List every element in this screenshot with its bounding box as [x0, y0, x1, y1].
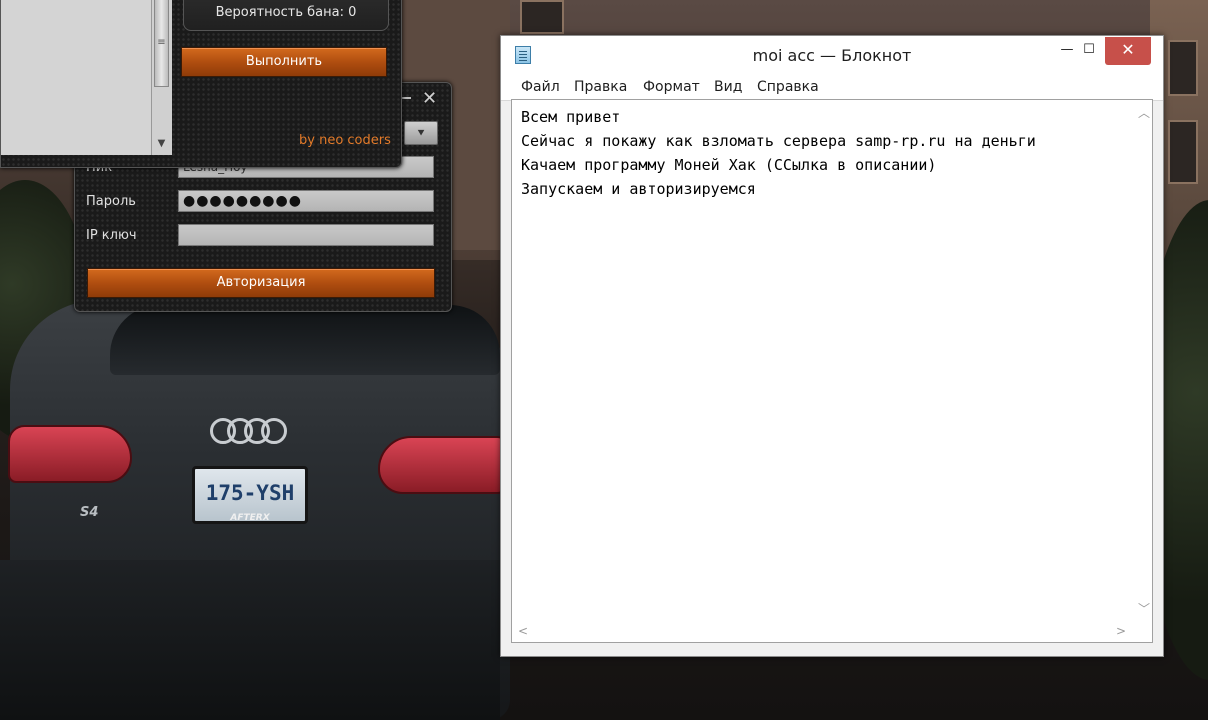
text-line: Качаем программу Моней Хак (ССылка в опи… — [521, 156, 937, 174]
license-plate: 175-YSH AFTERX — [192, 466, 308, 524]
menu-help[interactable]: Справка — [757, 79, 819, 95]
menu-format[interactable]: Формат — [643, 79, 700, 95]
building-window — [520, 0, 564, 34]
hack-tool-window: ≡ ▼ Вероятность бана: 0 Выполнить by neo… — [0, 0, 402, 168]
building-window — [1168, 40, 1198, 96]
menu-view[interactable]: Вид — [714, 79, 742, 95]
close-button[interactable]: ✕ — [1105, 37, 1151, 65]
notepad-window: moi acc — Блокнот — ☐ ✕ Файл Правка Форм… — [500, 35, 1164, 657]
title-bar[interactable]: moi acc — Блокнот — ☐ ✕ — [501, 36, 1163, 74]
chevron-down-icon: ⯆ — [416, 126, 426, 140]
horizontal-scrollbar[interactable]: < > — [512, 622, 1133, 642]
taillight-left — [8, 425, 132, 483]
close-icon[interactable]: ✕ — [422, 88, 437, 109]
vertical-scrollbar[interactable]: ︿ ﹀ — [1133, 100, 1152, 622]
plate-number: 175-YSH — [205, 481, 295, 505]
text-line: Сейчас я покажу как взломать сервера sam… — [521, 132, 1036, 150]
execute-button[interactable]: Выполнить — [181, 47, 387, 77]
maximize-button[interactable]: ☐ — [1075, 37, 1103, 65]
close-icon: ✕ — [1121, 40, 1135, 59]
car-bumper — [0, 560, 500, 720]
scroll-down-icon[interactable]: ▼ — [154, 135, 169, 153]
menu-file[interactable]: Файл — [521, 79, 560, 95]
account-listbox[interactable] — [1, 0, 152, 155]
password-field[interactable]: ●●●●●●●●● — [178, 190, 434, 212]
text-editor[interactable]: Всем привет Сейчас я покажу как взломать… — [511, 99, 1153, 643]
listbox-scrollbar[interactable]: ≡ ▼ — [151, 0, 172, 155]
plate-frame-text: AFTERX — [230, 513, 270, 523]
scrollbar-thumb[interactable]: ≡ — [154, 0, 169, 87]
minimize-icon: — — [1060, 42, 1074, 57]
scroll-right-icon[interactable]: > — [1116, 624, 1126, 638]
ban-probability: Вероятность бана: 0 — [183, 0, 389, 31]
password-label: Пароль — [86, 194, 136, 209]
taillight-right — [378, 436, 506, 494]
building-window — [1168, 120, 1198, 184]
menu-edit[interactable]: Правка — [574, 79, 627, 95]
car-rear-window — [110, 305, 500, 375]
authorize-button[interactable]: Авторизация — [87, 268, 435, 298]
credit-text: by neo coders — [299, 133, 391, 148]
ipkey-label: IP ключ — [86, 228, 137, 243]
model-badge: S4 — [80, 505, 99, 520]
maximize-icon: ☐ — [1083, 42, 1095, 57]
scroll-down-icon[interactable]: ﹀ — [1138, 600, 1150, 617]
ipkey-field[interactable] — [178, 224, 434, 246]
audi-rings-logo — [210, 418, 288, 448]
server-dropdown-button[interactable]: ⯆ — [404, 121, 438, 145]
menu-bar: Файл Правка Формат Вид Справка — [501, 74, 1163, 101]
text-line: Всем привет — [521, 108, 621, 126]
scroll-up-icon[interactable]: ︿ — [1138, 104, 1150, 121]
scroll-left-icon[interactable]: < — [518, 624, 528, 638]
text-line: Запускаем и авторизируемся — [521, 180, 756, 198]
